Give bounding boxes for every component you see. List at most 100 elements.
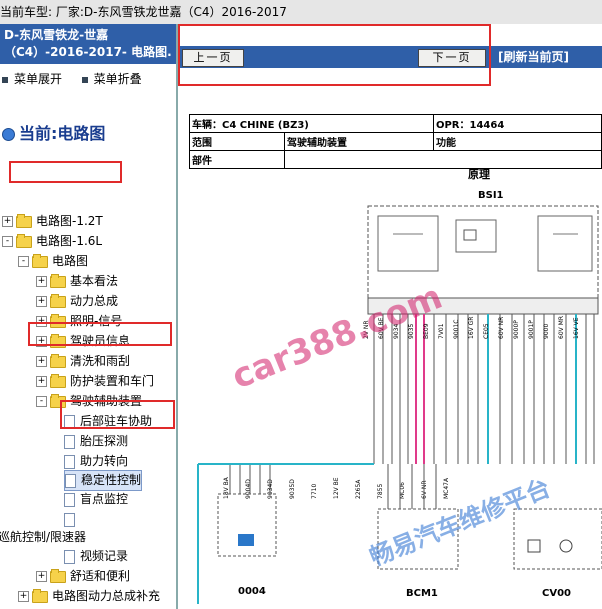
highlight-box-driver-assist <box>28 322 172 346</box>
menu-toggle-row: 菜单展开 菜单折叠 <box>0 64 176 93</box>
tree-node-label: 电路图动力总成补充 <box>52 589 161 603</box>
wire-code-label: 9000 <box>543 324 550 339</box>
folder-icon <box>16 213 32 228</box>
module-label-0004: 0004 <box>238 586 266 597</box>
expand-icon[interactable]: + <box>36 276 47 287</box>
tree-node[interactable]: - 电路图 <box>18 252 88 271</box>
tree-node[interactable]: - 电路图-1.6L <box>2 232 102 251</box>
square-icon <box>81 76 88 83</box>
expand-icon[interactable]: + <box>36 571 47 582</box>
document-icon <box>64 492 75 507</box>
tree-node[interactable]: 盲点监控 <box>64 490 128 509</box>
document-icon <box>64 512 75 527</box>
tree-node[interactable]: 稳定性控制 <box>64 470 143 491</box>
tree-node-label: 稳定性控制 <box>81 473 142 487</box>
tree-node-label: 胎压探测 <box>80 434 129 448</box>
folder-icon <box>16 233 32 248</box>
expand-icon[interactable]: + <box>2 216 13 227</box>
wire-code-label: 7V01 <box>438 323 445 339</box>
folder-icon <box>50 273 66 288</box>
highlight-box-stability <box>60 400 175 429</box>
wire-code-label: 2265A <box>355 479 362 499</box>
opr-cell: OPR：14464 <box>432 114 602 133</box>
collapse-all-link[interactable]: 菜单折叠 <box>94 72 142 86</box>
document-icon <box>64 549 75 564</box>
folder-icon <box>32 253 48 268</box>
wire-code-label: 60V MR <box>558 316 565 339</box>
tree-node[interactable]: + 基本看法 <box>36 272 118 291</box>
scope-value: 驾驶辅助装置 <box>284 132 434 151</box>
folder-icon <box>50 568 66 583</box>
wire-code-label: 16V GR <box>468 317 475 339</box>
folder-icon <box>50 293 66 308</box>
refresh-page-link[interactable]: [刷新当前页] <box>498 49 569 65</box>
wire-code-label: 9001C <box>453 320 460 339</box>
wire-code-label: MC47A <box>443 477 450 499</box>
tree-node-label: 清洗和雨刮 <box>70 354 131 368</box>
module-label-bsi1: BSI1 <box>478 190 504 201</box>
function-label: 功能 <box>432 132 602 151</box>
square-icon <box>2 76 8 83</box>
wiring-diagram: BSI1 2V NR 60V BE 9034 9035 BE09 7V01 9001C 16V… <box>197 190 602 604</box>
tree-node[interactable]: 巡航控制/限速器 <box>0 528 86 547</box>
relay-box-left <box>377 215 439 272</box>
tree-node-label: 基本看法 <box>70 274 119 288</box>
tree-node[interactable]: + 动力总成 <box>36 292 118 311</box>
tree-node-label: 助力转向 <box>80 454 129 468</box>
menu-panel: D-东风雪铁龙-世嘉（C4）-2016-2017- 电路图. 菜单展开 菜单折叠… <box>0 24 178 609</box>
tree-node-label: 巡航控制/限速器 <box>0 530 87 544</box>
title-bar: 当前车型: 厂家:D-东风雪铁龙世嘉（C4）2016-2017 <box>0 0 602 25</box>
tree-node[interactable]: + 舒适和便利 <box>36 567 130 586</box>
content-panel: 上一页 下一页 [刷新当前页] 车辆：C4 CHINE (BZ3) OPR：14… <box>178 24 602 609</box>
highlight-box-16l <box>9 161 122 183</box>
wire-code-label: 7710 <box>311 484 318 499</box>
tree-node[interactable] <box>64 510 80 529</box>
relay-box-right <box>537 215 593 272</box>
tree-node-label: 舒适和便利 <box>70 569 131 583</box>
collapse-icon[interactable]: - <box>2 236 13 247</box>
tree-node[interactable]: + 防护装置和车门 <box>36 372 154 391</box>
tree-node[interactable]: + 清洗和雨刮 <box>36 352 130 371</box>
module-label-cv00: CV00 <box>542 588 571 599</box>
collapse-icon[interactable]: - <box>18 256 29 267</box>
collapse-icon[interactable]: - <box>36 396 47 407</box>
document-icon <box>64 434 75 449</box>
wire-code-label: 9035D <box>289 479 296 499</box>
expand-icon[interactable]: + <box>36 376 47 387</box>
tree-node[interactable]: + 电路图动力总成补充 <box>18 587 160 606</box>
wire-code-label: 7855 <box>377 484 384 499</box>
tree-node[interactable]: + 电路图-1.2T <box>2 212 103 231</box>
module-label-bcm1: BCM1 <box>406 588 438 599</box>
expand-icon[interactable]: + <box>18 591 29 602</box>
diagram-info-table: 车辆：C4 CHINE (BZ3) OPR：14464 范围 驾驶辅助装置 功能… <box>189 114 602 169</box>
module-0004-box <box>217 493 277 557</box>
expand-all-link[interactable]: 菜单展开 <box>14 72 62 86</box>
wire-code-label: 16V VE <box>573 317 580 339</box>
tree-node-label: 电路图-1.6L <box>36 234 103 248</box>
wire-code-label: 12V BE <box>333 477 340 499</box>
tree-node[interactable]: 助力转向 <box>64 452 128 471</box>
wire-code-label: CE05 <box>483 323 490 339</box>
tree-node[interactable]: 胎压探测 <box>64 432 128 451</box>
globe-icon <box>2 128 15 141</box>
tree-node[interactable]: 视频记录 <box>64 547 128 566</box>
window-title: 当前车型: 厂家:D-东风雪铁龙世嘉（C4）2016-2017 <box>0 5 287 19</box>
expand-icon[interactable]: + <box>36 356 47 367</box>
wire-code-label: 9000P <box>513 320 520 339</box>
highlight-box-nav <box>178 24 491 86</box>
folder-icon <box>50 373 66 388</box>
tree-node-label: 动力总成 <box>70 294 119 308</box>
tree-node-label: 电路图-1.2T <box>36 214 103 228</box>
tree-node-label: 盲点监控 <box>80 492 129 506</box>
expand-icon[interactable]: + <box>36 296 47 307</box>
watermark-changyi: 畅易汽车维修平台 <box>366 474 555 572</box>
tree-node-label: 视频记录 <box>80 549 129 563</box>
menu-header: D-东风雪铁龙-世嘉（C4）-2016-2017- 电路图. <box>0 24 176 64</box>
wire-code-label: 60V NR <box>498 317 505 339</box>
wire-code-label: 9001P <box>528 320 535 339</box>
wire-code-label: 18V BA <box>223 476 230 499</box>
folder-icon <box>50 353 66 368</box>
scope-label: 范围 <box>189 132 285 151</box>
document-icon <box>65 473 76 488</box>
current-node[interactable]: 当前:电路图 <box>2 124 105 143</box>
